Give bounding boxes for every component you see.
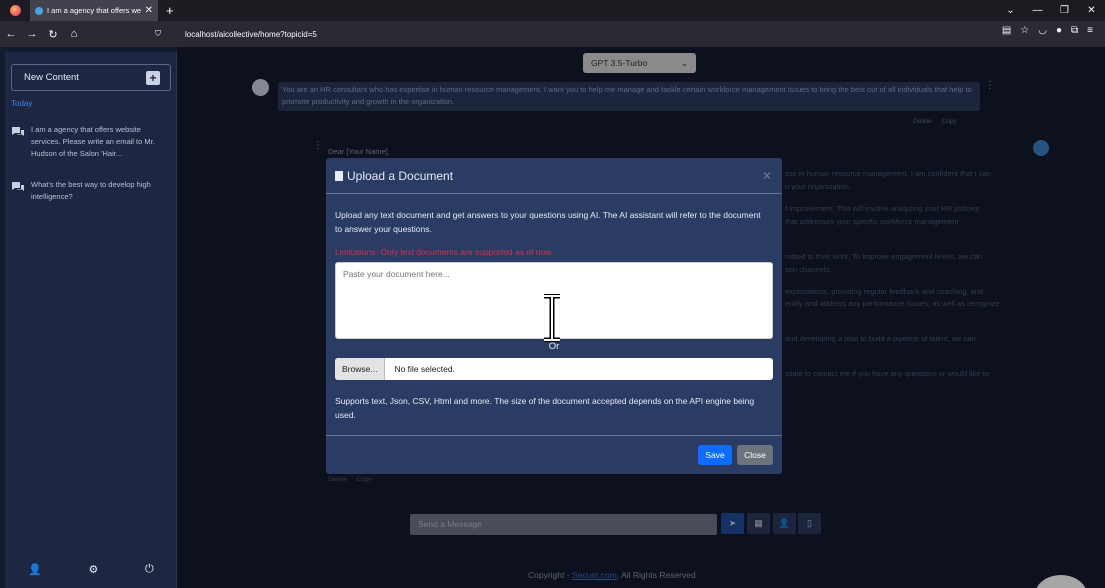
conversation-item[interactable]: I am a agency that offers website servic… bbox=[11, 124, 171, 160]
url-text[interactable]: localhost/aicollective/home?topicid=5 bbox=[185, 30, 317, 39]
shield-icon[interactable]: ⛉ bbox=[155, 29, 161, 39]
user-icon[interactable]: 👤 bbox=[28, 563, 42, 576]
browser-tab-bar: I am a agency that offers websi ✕ + ⌄ — … bbox=[0, 0, 1105, 21]
tab-title: I am a agency that offers websi bbox=[47, 6, 141, 15]
toolbar-icons: ▤ ☆ ◡ ● ⧉ ≡ bbox=[1002, 25, 1093, 36]
gear-icon[interactable]: ⚙ bbox=[89, 563, 99, 576]
modal-footer: Save Close bbox=[326, 435, 782, 474]
browse-button[interactable]: Browse... bbox=[335, 358, 386, 380]
supports-text: Supports text, Json, CSV, Html and more.… bbox=[335, 396, 755, 420]
save-button[interactable]: Save bbox=[698, 445, 732, 465]
home-icon[interactable]: ⌂ bbox=[64, 28, 84, 40]
pocket-icon[interactable]: ◡ bbox=[1038, 25, 1047, 36]
text-cursor-icon bbox=[544, 294, 560, 342]
bookmark-star-icon[interactable]: ☆ bbox=[1020, 25, 1029, 36]
forward-icon[interactable]: → bbox=[22, 28, 42, 40]
conversation-label: What's the best way to develop high inte… bbox=[31, 180, 151, 201]
sidebar-footer: 👤 ⚙ ⏻ bbox=[5, 550, 177, 588]
plus-icon: + bbox=[146, 71, 160, 85]
modal-title: Upload a Document bbox=[347, 168, 454, 183]
limitation-text: Limitations: Only text documents are sup… bbox=[335, 247, 554, 257]
or-divider: Or bbox=[548, 341, 560, 352]
modal-description: Upload any text document and get answers… bbox=[335, 210, 761, 234]
account-icon[interactable]: ● bbox=[1056, 25, 1062, 36]
close-window-icon[interactable]: ✕ bbox=[1078, 5, 1105, 16]
power-icon[interactable]: ⏻ bbox=[145, 563, 154, 576]
back-icon[interactable]: ← bbox=[1, 28, 21, 40]
section-today: Today bbox=[11, 99, 33, 108]
extensions-icon[interactable]: ⧉ bbox=[1071, 25, 1078, 36]
file-input[interactable]: Browse... No file selected. bbox=[335, 358, 773, 380]
tab-list-icon[interactable]: ⌄ bbox=[997, 5, 1024, 16]
chat-icon bbox=[12, 182, 24, 191]
firefox-icon[interactable] bbox=[10, 5, 21, 16]
menu-icon[interactable]: ≡ bbox=[1087, 25, 1093, 36]
modal-header: Upload a Document ✕ bbox=[326, 158, 782, 194]
reader-view-icon[interactable]: ▤ bbox=[1002, 25, 1011, 36]
tab-close-icon[interactable]: ✕ bbox=[145, 5, 153, 16]
restore-icon[interactable]: ❐ bbox=[1051, 5, 1078, 16]
chat-icon bbox=[12, 127, 24, 136]
reload-icon[interactable]: ↻ bbox=[43, 28, 63, 41]
document-icon bbox=[335, 170, 343, 181]
window-controls: ⌄ — ❐ ✕ bbox=[997, 0, 1105, 21]
new-content-button[interactable]: New Content + bbox=[11, 64, 171, 91]
conversation-label: I am a agency that offers website servic… bbox=[31, 125, 155, 158]
file-status: No file selected. bbox=[394, 364, 455, 374]
browser-nav-bar: ← → ↻ ⌂ ⛉ localhost/aicollective/home?to… bbox=[0, 21, 1105, 47]
close-icon[interactable]: ✕ bbox=[762, 169, 772, 183]
close-button[interactable]: Close bbox=[737, 445, 773, 465]
url-bar[interactable]: ⛉ localhost/aicollective/home?topicid=5 bbox=[155, 24, 955, 44]
minimize-icon[interactable]: — bbox=[1024, 5, 1051, 16]
tab-favicon-icon bbox=[35, 6, 43, 15]
conversation-item[interactable]: What's the best way to develop high inte… bbox=[11, 179, 171, 203]
new-content-label: New Content bbox=[24, 72, 79, 83]
sidebar: New Content + Today I am a agency that o… bbox=[5, 52, 177, 588]
browser-tab[interactable]: I am a agency that offers websi ✕ bbox=[30, 0, 158, 21]
new-tab-icon[interactable]: + bbox=[166, 3, 174, 18]
